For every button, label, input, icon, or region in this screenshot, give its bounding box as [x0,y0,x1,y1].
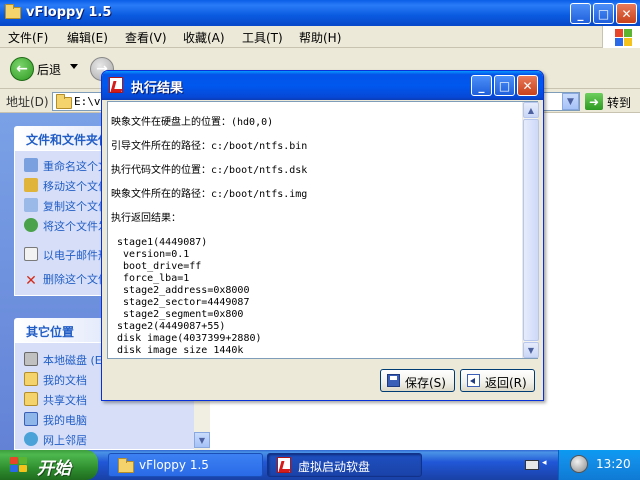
address-dropdown-icon[interactable]: ▼ [562,93,579,110]
output-line: stage2_address=0x8000 [111,285,250,296]
email-icon [24,247,38,261]
place-shared-documents[interactable]: 共享文档 [24,392,87,407]
image-file-path: 映象文件所在的路径：c:/boot/ntfs.img [111,189,308,200]
maximize-button[interactable]: □ [593,3,614,24]
minimize-button[interactable]: _ [570,3,591,24]
start-flag-icon [10,457,28,473]
windows-flag-icon [602,26,640,48]
tray-expand-icon[interactable]: ◂ [542,458,547,468]
output-line: stage2_segment=0x800 [111,309,244,320]
output-line: disk image size 1440k [111,345,244,356]
keyboard-icon[interactable] [525,460,539,470]
return-icon [467,374,480,387]
shared-documents-icon [24,392,38,406]
menu-tools[interactable]: 工具(T) [242,29,283,46]
address-label: 地址(D) [6,95,49,109]
delete-icon: ✕ [25,273,37,289]
dialog-minimize-button[interactable]: _ [471,75,492,96]
task-move[interactable]: 移动这个文件 [24,178,109,193]
output-line: stage1(4449087) [111,237,208,248]
output-line: stage2(4449087+55) [111,321,226,332]
result-textarea[interactable]: 映象文件在硬盘上的位置：(hd0,0) 引导文件所在的路径：c:/boot/ntf… [107,101,539,359]
return-result-label: 执行返回结果： [111,213,181,224]
rename-icon [24,158,38,172]
menu-view[interactable]: 查看(V) [125,29,167,46]
copy-icon [24,198,38,212]
documents-icon [24,372,38,386]
back-button-label[interactable]: 后退 [37,61,61,78]
pdf-icon [109,77,123,93]
scroll-thumb[interactable] [523,119,539,341]
publish-web-icon [24,218,38,232]
tray-app-icon[interactable] [570,455,588,473]
output-line: disk image(4037399+2880) [111,333,262,344]
result-dialog: 执行结果 _ □ ✕ 映象文件在硬盘上的位置：(hd0,0) 引导文件所在的路径：… [101,70,544,401]
address-folder-icon [56,94,72,109]
move-icon [24,178,38,192]
exec-code-path: 执行代码文件的位置：c:/boot/ntfs.dsk [111,165,308,176]
place-my-documents[interactable]: 我的文档 [24,372,87,387]
result-text: 映象文件在硬盘上的位置：(hd0,0) 引导文件所在的路径：c:/boot/ntf… [111,103,519,357]
menu-edit[interactable]: 编辑(E) [67,29,108,46]
go-button-label[interactable]: 转到 [607,94,631,111]
dialog-title: 执行结果 [131,81,184,96]
dialog-maximize-button[interactable]: □ [494,75,515,96]
taskbar-item-virtual-floppy[interactable]: 虚拟启动软盘 [267,453,422,477]
scroll-down-icon[interactable]: ▼ [194,432,210,448]
place-network[interactable]: 网上邻居 [24,432,87,447]
computer-icon [24,412,38,426]
dialog-body: 映象文件在硬盘上的位置：(hd0,0) 引导文件所在的路径：c:/boot/ntf… [105,101,540,395]
close-button[interactable]: ✕ [616,3,637,24]
explorer-title: vFloppy 1.5 [26,5,112,20]
task-delete[interactable]: ✕ 删除这个文件 [24,273,109,289]
folder-icon [5,4,21,19]
scroll-down-icon[interactable]: ▼ [523,342,539,358]
back-arrow-icon[interactable]: ← [10,57,34,81]
dialog-close-button[interactable]: ✕ [517,75,538,96]
save-icon [387,374,400,387]
task-copy[interactable]: 复制这个文件 [24,198,109,213]
menu-favorites[interactable]: 收藏(A) [183,29,225,46]
address-value: E:\v [74,95,101,108]
output-line: boot_drive=ff [111,261,202,272]
explorer-titlebar[interactable]: vFloppy 1.5 _ □ ✕ [0,0,640,26]
scroll-up-icon[interactable]: ▲ [523,102,539,118]
back-dropdown-icon[interactable] [70,64,78,69]
menu-help[interactable]: 帮助(H) [299,29,341,46]
dialog-titlebar[interactable]: 执行结果 _ □ ✕ [102,71,543,100]
output-line: stage2_sector=4449087 [111,297,250,308]
output-line: version=0.1 [111,249,190,260]
place-local-disk[interactable]: 本地磁盘 (E:) [24,352,110,367]
network-icon [24,432,38,446]
folder-icon [118,458,134,473]
result-scrollbar[interactable]: ▲ ▼ [522,102,539,358]
place-my-computer[interactable]: 我的电脑 [24,412,87,427]
pdf-icon [277,457,291,473]
taskbar-item-vfloppy[interactable]: vFloppy 1.5 [108,453,263,477]
menu-file[interactable]: 文件(F) [8,29,48,46]
start-label: 开始 [37,459,71,479]
return-button[interactable]: 返回(R) [460,369,535,392]
boot-file-path: 引导文件所在的路径：c:/boot/ntfs.bin [111,141,308,152]
menu-bar: 文件(F) 编辑(E) 查看(V) 收藏(A) 工具(T) 帮助(H) [0,26,640,48]
go-arrow-icon[interactable]: ➜ [585,93,603,110]
output-line: force_lba=1 [111,273,190,284]
clock[interactable]: 13:20 [596,457,631,471]
save-button[interactable]: 保存(S) [380,369,455,392]
drive-icon [24,352,38,366]
disk-image-location: 映象文件在硬盘上的位置：(hd0,0) [111,117,274,128]
